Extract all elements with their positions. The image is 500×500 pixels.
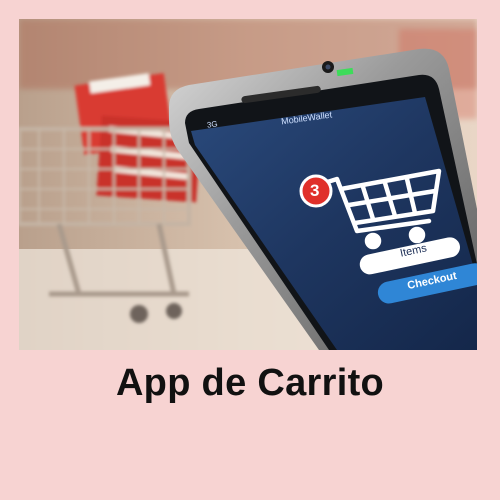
signal-status: 3G xyxy=(206,119,219,130)
shopping-photo: 3G MobileWallet 3 Items Checkout xyxy=(19,19,477,350)
photo-scene xyxy=(19,19,477,350)
cart-count-text: 3 xyxy=(310,181,320,200)
page-title: App de Carrito xyxy=(115,362,385,404)
